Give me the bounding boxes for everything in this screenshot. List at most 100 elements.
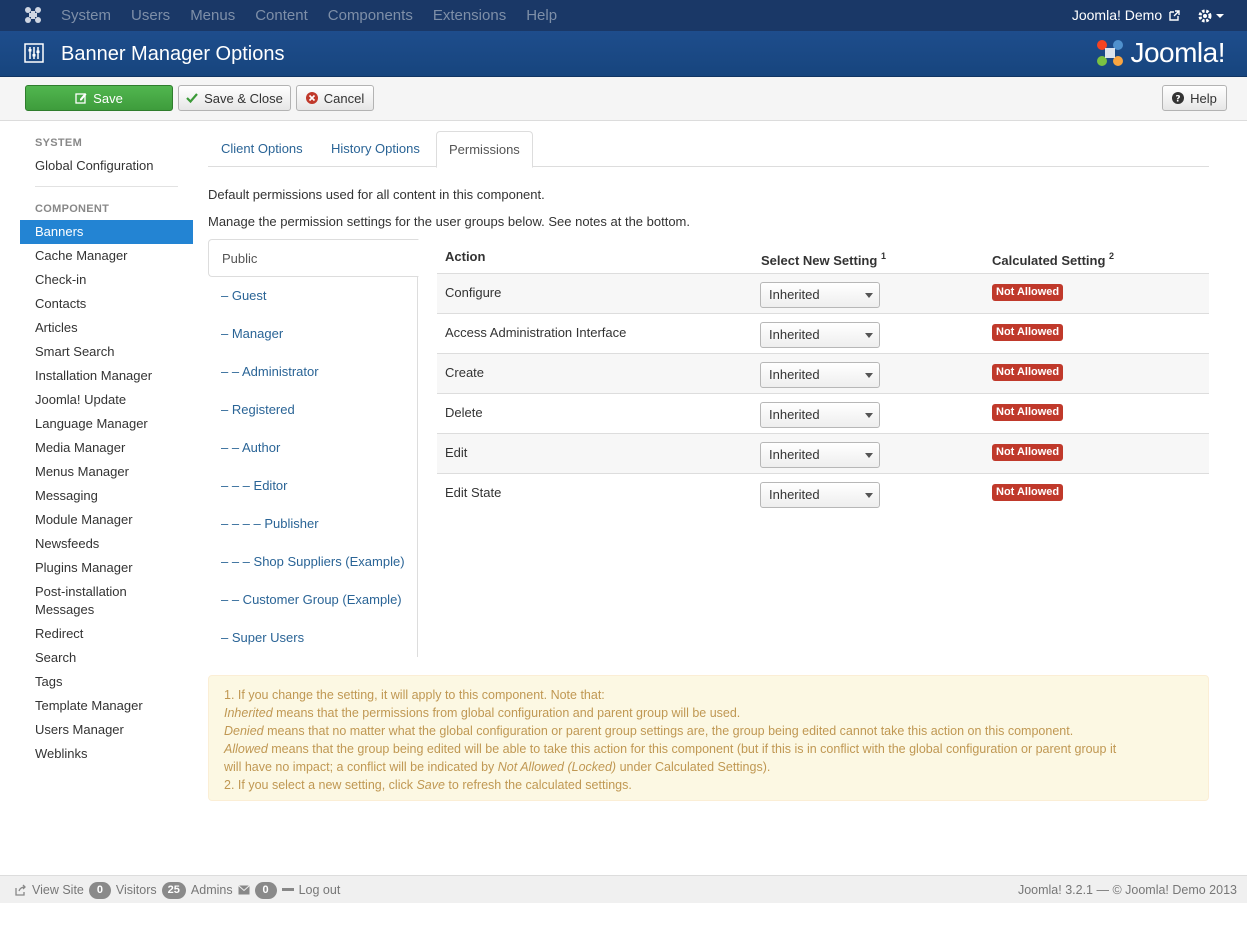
note-text-calculated: under Calculated Settings). [616, 760, 771, 774]
help-label: Help [1190, 90, 1217, 106]
sidebar-item-banners[interactable]: Banners [20, 220, 193, 244]
status-badge: Not Allowed [992, 444, 1064, 461]
note-line-allowed: Allowed means that the group being edite… [224, 740, 1193, 758]
cancel-button[interactable]: Cancel [296, 85, 374, 111]
sidebar-item-users-manager[interactable]: Users Manager [20, 718, 193, 742]
footer-status: View Site 0 Visitors 25 Admins 0 Log out [15, 876, 340, 904]
gear-icon[interactable] [1197, 7, 1225, 25]
sidebar-item-module-manager[interactable]: Module Manager [20, 508, 193, 532]
action-label: Access Administration Interface [445, 325, 627, 340]
tab-permissions[interactable]: Permissions [436, 131, 533, 168]
column-header-select: Select New Setting 1 [761, 239, 886, 274]
setting-value: Inherited [769, 487, 820, 502]
sidebar-item-global-configuration[interactable]: Global Configuration [20, 154, 193, 178]
sidebar-item-joomla-update[interactable]: Joomla! Update [20, 388, 193, 412]
note-term-locked: Not Allowed (Locked) [497, 760, 617, 774]
menu-system[interactable]: System [61, 0, 111, 31]
note-line-inherited: Inherited means that the permissions fro… [224, 704, 1193, 722]
group-super-users[interactable]: – Super Users [208, 619, 418, 657]
sidebar-item-media-manager[interactable]: Media Manager [20, 436, 193, 460]
permissions-intro: Default permissions used for all content… [208, 187, 545, 202]
note-term-inherited: Inherited [224, 706, 273, 720]
tab-client-options[interactable]: Client Options [209, 131, 315, 167]
group-administrator[interactable]: – – Administrator [208, 353, 418, 391]
cancel-label: Cancel [323, 90, 365, 106]
setting-select[interactable]: Inherited [760, 482, 880, 508]
sidebar-item-check-in[interactable]: Check-in [20, 268, 193, 292]
group-customer-group[interactable]: – – Customer Group (Example) [208, 581, 418, 619]
permissions-notes: 1. If you change the setting, it will ap… [208, 675, 1209, 801]
save-close-button[interactable]: Save & Close [178, 85, 291, 111]
admins-label: Admins [190, 883, 233, 897]
table-row: Edit Inherited Not Allowed [437, 433, 1209, 473]
setting-value: Inherited [769, 287, 820, 302]
note-text-inherited: means that the permissions from global c… [272, 706, 741, 720]
sidebar-divider [35, 186, 178, 187]
user-groups-list: Public – Guest – Manager – – Administrat… [208, 239, 419, 657]
menu-users[interactable]: Users [131, 0, 170, 31]
sidebar-item-cache-manager[interactable]: Cache Manager [20, 244, 193, 268]
group-registered[interactable]: – Registered [208, 391, 418, 429]
sidebar-item-articles[interactable]: Articles [20, 316, 193, 340]
envelope-icon[interactable] [237, 885, 250, 895]
sidebar-item-tags[interactable]: Tags [20, 670, 193, 694]
menu-extensions[interactable]: Extensions [433, 0, 506, 31]
sidebar-item-language-manager[interactable]: Language Manager [20, 412, 193, 436]
group-editor[interactable]: – – – Editor [208, 467, 418, 505]
action-label: Create [445, 365, 485, 380]
logout-link[interactable]: Log out [299, 876, 341, 904]
sidebar-item-search[interactable]: Search [20, 646, 193, 670]
setting-select[interactable]: Inherited [760, 322, 880, 348]
admins-count-badge: 25 [161, 881, 186, 899]
note-text-denied: means that no matter what the global con… [263, 724, 1074, 738]
sidebar-item-redirect[interactable]: Redirect [20, 622, 193, 646]
action-label: Edit [445, 445, 468, 460]
group-shop-suppliers[interactable]: – – – Shop Suppliers (Example) [208, 543, 418, 581]
site-name: Joomla! Demo [1071, 7, 1163, 23]
permissions-instructions: Manage the permission settings for the u… [208, 214, 691, 229]
group-author[interactable]: – – Author [208, 429, 418, 467]
setting-select[interactable]: Inherited [760, 282, 880, 308]
sidebar-item-contacts[interactable]: Contacts [20, 292, 193, 316]
sidebar-item-menus-manager[interactable]: Menus Manager [20, 460, 193, 484]
status-footer: View Site 0 Visitors 25 Admins 0 Log out… [0, 875, 1247, 903]
visitors-label: Visitors [115, 883, 157, 897]
menu-menus[interactable]: Menus [190, 0, 235, 31]
sidebar-item-smart-search[interactable]: Smart Search [20, 340, 193, 364]
menu-content[interactable]: Content [255, 0, 308, 31]
chevron-down-icon [865, 453, 873, 458]
save-button[interactable]: Save [25, 85, 173, 111]
setting-select[interactable]: Inherited [760, 362, 880, 388]
menu-components[interactable]: Components [328, 0, 413, 31]
chevron-down-icon [865, 293, 873, 298]
setting-select[interactable]: Inherited [760, 402, 880, 428]
group-public[interactable]: Public [208, 239, 419, 277]
view-site-link[interactable]: View Site [32, 876, 84, 904]
joomla-wordmark: Joomla! [1130, 37, 1225, 68]
group-manager[interactable]: – Manager [208, 315, 418, 353]
group-guest[interactable]: – Guest [208, 277, 418, 315]
sidebar-item-newsfeeds[interactable]: Newsfeeds [20, 532, 193, 556]
sidebar-item-plugins-manager[interactable]: Plugins Manager [20, 556, 193, 580]
sidebar-item-weblinks[interactable]: Weblinks [20, 742, 193, 766]
menu-help[interactable]: Help [526, 0, 557, 31]
messages-count-badge[interactable]: 0 [254, 881, 277, 899]
group-publisher[interactable]: – – – – Publisher [208, 505, 418, 543]
help-button[interactable]: ? Help [1162, 85, 1227, 111]
note-line-1: 1. If you change the setting, it will ap… [224, 688, 605, 702]
sidebar-component-list: Banners Cache Manager Check-in Contacts … [20, 220, 193, 766]
chevron-down-icon [865, 493, 873, 498]
sidebar-item-template-manager[interactable]: Template Manager [20, 694, 193, 718]
site-link[interactable]: Joomla! Demo [1072, 0, 1180, 31]
footnote-marker-2: 2 [1109, 251, 1115, 261]
sidebar-item-post-installation-messages[interactable]: Post-installation Messages [20, 580, 140, 622]
joomla-logo-icon[interactable] [24, 6, 42, 24]
table-row: Configure Inherited Not Allowed [437, 273, 1209, 313]
sidebar-item-messaging[interactable]: Messaging [20, 484, 193, 508]
cancel-circle-icon [305, 92, 318, 104]
note-text-allowed: means that the group being edited will b… [267, 742, 1117, 756]
tab-history-options[interactable]: History Options [319, 131, 432, 167]
sidebar-item-installation-manager[interactable]: Installation Manager [20, 364, 193, 388]
setting-select[interactable]: Inherited [760, 442, 880, 468]
footnote-marker-1: 1 [880, 251, 886, 261]
